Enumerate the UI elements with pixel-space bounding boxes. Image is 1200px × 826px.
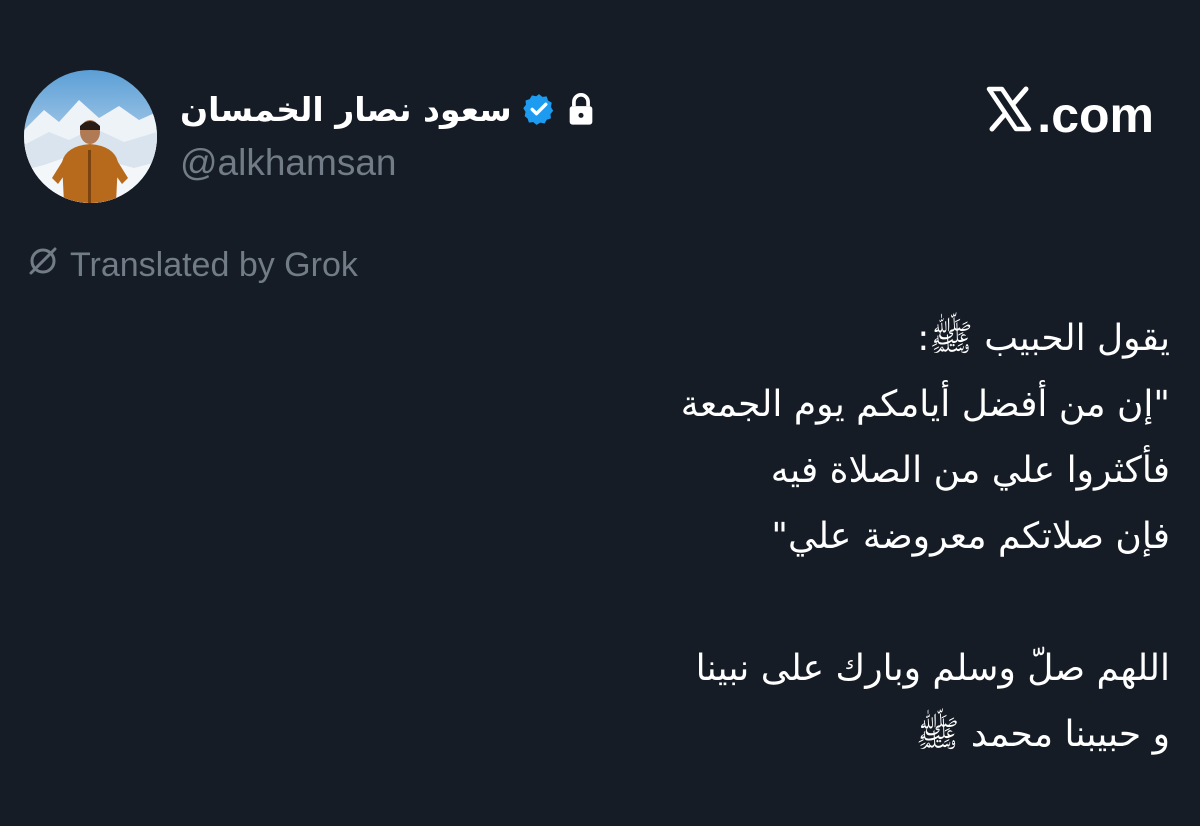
verified-badge-icon [522,92,556,126]
profile-photo [24,70,157,203]
tweet-line: فأكثروا علي من الصلاة فيه [770,450,1170,491]
tweet-line: اللهم صلّ وسلم وبارك على نبينا [695,648,1170,689]
x-logo-icon [985,86,1033,144]
site-domain: .com [1037,87,1154,143]
tweet-line: فإن صلاتكم معروضة علي" [771,516,1170,557]
tweet-line: و حبيبنا محمد ﷺ [915,714,1170,755]
tweet-text: يقول الحبيب ﷺ: "إن من أفضل أيامكم يوم ال… [470,306,1170,768]
translation-label: Translated by Grok [70,246,358,284]
lock-icon [566,92,596,126]
site-label: .com [985,86,1154,144]
display-name[interactable]: سعود نصار الخمسان [180,90,512,129]
user-handle[interactable]: @alkhamsan [180,142,596,184]
name-row: سعود نصار الخمسان [180,80,596,138]
tweet-line: "إن من أفضل أيامكم يوم الجمعة [680,384,1170,425]
user-header: سعود نصار الخمسان @alkhamsan [180,80,596,184]
translation-note[interactable]: Translated by Grok [26,244,358,287]
grok-icon [26,244,60,287]
tweet-line: يقول الحبيب ﷺ: [917,318,1170,359]
avatar[interactable] [24,70,157,203]
